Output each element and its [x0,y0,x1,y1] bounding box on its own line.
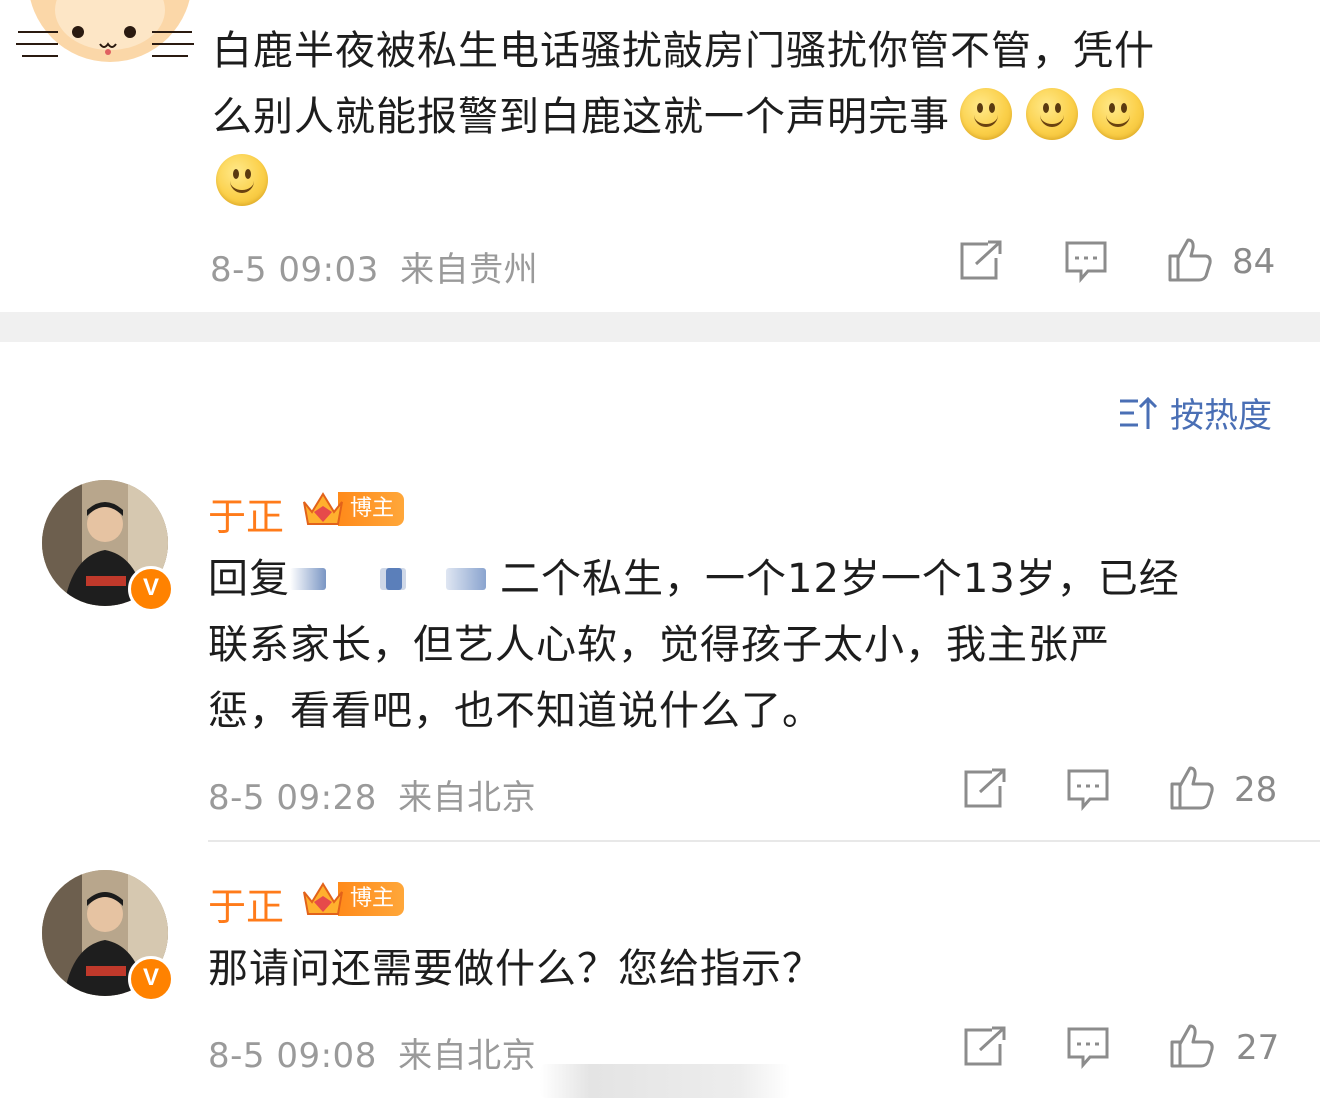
reply-meta: 8-5 09:08 来自北京 [208,1028,536,1077]
like-icon [1168,238,1212,282]
location: 来自贵州 [400,250,539,290]
like-button[interactable] [1168,1022,1216,1070]
like-icon [1170,766,1214,810]
comment-button[interactable] [1066,768,1110,812]
comment-icon [1065,241,1107,283]
comment-line-3 [212,150,1292,216]
timestamp: 8-5 09:03 [210,250,379,290]
blogger-badge: 博主 [300,488,405,530]
repost-icon [964,768,1006,808]
like-button[interactable] [1168,764,1216,812]
verified-icon: V [128,956,174,1002]
like-count: 84 [1232,242,1276,282]
reply-text: 那请问还需要做什么？您给指示？ [208,946,823,992]
comment-icon [1067,769,1109,811]
like-count: 28 [1234,770,1278,810]
location: 来自北京 [398,1036,537,1076]
reply-meta: 8-5 09:28 来自北京 [208,770,536,819]
reply-line-3: 惩，看看吧，也不知道说什么了。 [208,688,823,734]
like-count: 27 [1236,1028,1280,1068]
comment-icon [1067,1027,1109,1069]
smile-emoji-icon [216,154,268,206]
comment-meta: 8-5 09:03 来自贵州 [210,242,538,291]
smile-emoji-icon [960,88,1012,140]
repost-button[interactable] [962,768,1008,810]
reply-text: 回复 二个私生，一个12岁一个13岁，已经 联系家长，但艺人心软，觉得孩子太小，… [208,546,1298,744]
repost-button[interactable] [962,1026,1008,1068]
comment-text: 白鹿半夜被私生电话骚扰敲房门骚扰你管不管，凭什 么别人就能报警到白鹿这就一个声明… [212,18,1292,216]
location: 来自北京 [398,778,537,818]
author-name[interactable]: 于正 [208,876,284,931]
author-name[interactable]: 于正 [208,486,284,541]
comment-line-2: 么别人就能报警到白鹿这就一个声明完事 [212,84,1292,150]
like-icon [1170,1024,1214,1068]
timestamp: 8-5 09:28 [208,778,377,818]
reply-prefix: 回复 [208,556,290,602]
reply-line-2: 联系家长，但艺人心软，觉得孩子太小，我主张严 [208,622,1110,668]
badge-label: 博主 [338,492,405,526]
mention-blurred[interactable] [290,558,500,598]
sort-label: 按热度 [1170,396,1272,436]
verified-icon: V [128,566,174,612]
repost-icon [960,240,1002,280]
section-divider [0,312,1320,342]
crown-icon [300,488,346,530]
badge-label: 博主 [338,882,405,916]
comment-button[interactable] [1064,240,1108,284]
cat-avatar[interactable] [10,0,200,70]
blogger-badge: 博主 [300,878,405,920]
repost-icon [964,1026,1006,1066]
repost-button[interactable] [958,240,1004,282]
watermark [540,1064,790,1098]
cat-avatar-icon [16,0,194,62]
like-button[interactable] [1166,236,1214,284]
sort-toggle[interactable]: 按热度 [1118,388,1272,437]
smile-emoji-icon [1026,88,1078,140]
comment-button[interactable] [1066,1026,1110,1070]
reply-line-1: 回复 二个私生，一个12岁一个13岁，已经 [208,556,1180,602]
smile-emoji-icon [1092,88,1144,140]
sort-icon [1120,396,1158,429]
crown-icon [300,878,346,920]
comment-line-1: 白鹿半夜被私生电话骚扰敲房门骚扰你管不管，凭什 [212,28,1155,74]
reply-divider [208,840,1320,842]
timestamp: 8-5 09:08 [208,1036,377,1076]
